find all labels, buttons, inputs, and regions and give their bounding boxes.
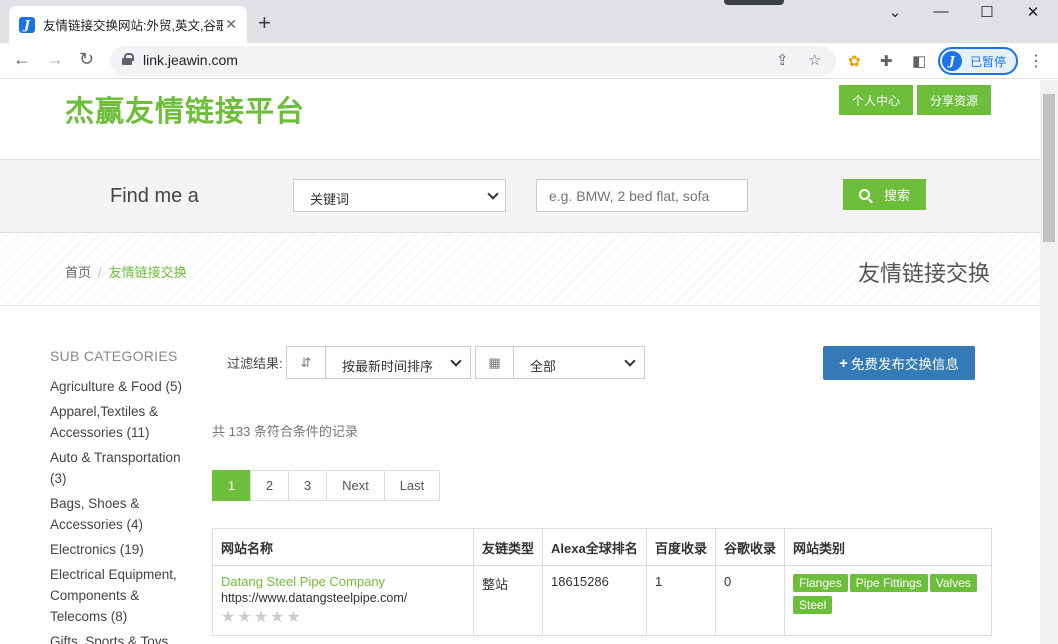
column-header: 网站类别 bbox=[784, 528, 992, 566]
category-tags-cell: Flanges Pipe Fittings Valves Steel bbox=[784, 565, 992, 636]
avatar: J bbox=[942, 51, 962, 71]
category-item[interactable]: Electronics (19) bbox=[50, 539, 190, 560]
site-name-cell: Datang Steel Pipe Company https://www.da… bbox=[212, 565, 474, 636]
sort-icon: ⇵ bbox=[286, 346, 326, 379]
new-tab-icon[interactable]: + bbox=[258, 10, 271, 36]
search-icon bbox=[858, 189, 870, 200]
category-item[interactable]: Gifts, Sports & Toys bbox=[50, 631, 190, 644]
page-title: 友情链接交换 bbox=[858, 261, 991, 286]
search-button[interactable]: 搜索 bbox=[843, 179, 926, 210]
chevron-down-icon bbox=[450, 355, 462, 367]
profile-label: 已暂停 bbox=[970, 54, 1007, 69]
scrollbar-thumb[interactable] bbox=[1043, 94, 1055, 242]
calendar-icon: ▦ bbox=[475, 346, 514, 379]
chevron-down-icon bbox=[624, 355, 636, 367]
filter-label: 过滤结果: bbox=[227, 356, 283, 371]
window-notch bbox=[724, 0, 784, 5]
extension-icon[interactable]: ✿ bbox=[848, 52, 861, 70]
breadcrumb-separator: / bbox=[98, 265, 102, 280]
column-header: Alexa全球排名 bbox=[542, 528, 647, 566]
rating-stars: ★★★★★ bbox=[221, 609, 303, 626]
category-tag[interactable]: Pipe Fittings bbox=[849, 574, 928, 592]
column-header: 百度收录 bbox=[646, 528, 716, 566]
category-tag[interactable]: Valves bbox=[929, 574, 977, 592]
url-text[interactable]: link.jeawin.com bbox=[143, 52, 238, 68]
search-band: Find me a 关键词 搜索 bbox=[0, 159, 1040, 233]
publish-exchange-button[interactable]: + 免费发布交换信息 bbox=[823, 346, 975, 380]
bookmark-star-icon[interactable]: ☆ bbox=[808, 51, 821, 69]
category-item[interactable]: Bags, Shoes & Accessories (4) bbox=[50, 493, 190, 535]
puzzle-icon[interactable]: ✚ bbox=[880, 52, 893, 70]
breadcrumb-current: 友情链接交换 bbox=[108, 265, 187, 280]
google-index-cell: 0 bbox=[715, 565, 785, 636]
table-row: Datang Steel Pipe Company https://www.da… bbox=[212, 565, 992, 636]
profile-button[interactable]: J 已暂停 bbox=[938, 47, 1018, 75]
category-item[interactable]: Auto & Transportation (3) bbox=[50, 447, 190, 489]
column-header: 谷歌收录 bbox=[715, 528, 785, 566]
result-count: 共 133 条符合条件的记录 bbox=[212, 424, 358, 439]
page-1-button[interactable]: 1 bbox=[212, 470, 251, 501]
category-list: Agriculture & Food (5) Apparel,Textiles … bbox=[50, 376, 190, 644]
scope-select[interactable]: 全部 bbox=[513, 346, 645, 379]
browser-tab[interactable]: J 友情链接交换网站:外贸,英文,谷歌 ✕ bbox=[9, 6, 247, 43]
menu-icon[interactable]: ⋮ bbox=[1028, 51, 1044, 71]
tab-title: 友情链接交换网站:外贸,英文,谷歌 bbox=[43, 19, 223, 33]
baidu-index-cell: 1 bbox=[646, 565, 716, 636]
category-tag[interactable]: Steel bbox=[793, 596, 833, 614]
category-item[interactable]: Electrical Equipment, Components & Telec… bbox=[50, 564, 190, 627]
keyword-select[interactable]: 关键词 bbox=[293, 179, 506, 212]
table-header-row: 网站名称 友链类型 Alexa全球排名 百度收录 谷歌收录 网站类别 bbox=[212, 528, 992, 566]
search-button-label: 搜索 bbox=[883, 188, 910, 203]
address-bar[interactable]: link.jeawin.com ⇪ ☆ bbox=[110, 46, 836, 76]
site-favicon-icon: J bbox=[19, 16, 35, 33]
breadcrumb: 首页 / 友情链接交换 bbox=[65, 262, 187, 281]
chevron-down-icon bbox=[487, 188, 499, 200]
column-header: 友链类型 bbox=[473, 528, 543, 566]
lock-icon[interactable] bbox=[122, 53, 134, 65]
sort-select-value: 按最新时间排序 bbox=[342, 359, 434, 374]
reload-icon[interactable]: ↻ bbox=[79, 49, 94, 70]
sort-select[interactable]: 按最新时间排序 bbox=[325, 346, 471, 379]
next-page-button[interactable]: Next bbox=[326, 470, 385, 501]
forward-icon[interactable]: → bbox=[46, 49, 64, 70]
user-center-button[interactable]: 个人中心 bbox=[839, 85, 913, 115]
share-resources-button[interactable]: 分享资源 bbox=[917, 85, 991, 115]
page-viewport: 杰赢友情链接平台 个人中心 分享资源 Find me a 关键词 搜索 首页 / 友… bbox=[0, 80, 1040, 644]
sidebar-icon[interactable]: ◧ bbox=[912, 52, 926, 70]
browser-toolbar: ← → ↻ link.jeawin.com ⇪ ☆ ✿ ✚ ◧ J 已暂停 ⋮ bbox=[0, 43, 1058, 79]
browser-tab-bar: J 友情链接交换网站:外贸,英文,谷歌 ✕ + ⌄ — ☐ ✕ bbox=[0, 0, 1058, 43]
links-table: 网站名称 友链类型 Alexa全球排名 百度收录 谷歌收录 网站类别 Datan… bbox=[212, 528, 992, 636]
scope-select-value: 全部 bbox=[530, 359, 557, 374]
tab-search-icon[interactable]: ⌄ bbox=[872, 3, 918, 21]
back-icon[interactable]: ← bbox=[13, 49, 31, 70]
page-2-button[interactable]: 2 bbox=[250, 470, 289, 501]
minimize-icon[interactable]: — bbox=[918, 3, 964, 20]
breadcrumb-home[interactable]: 首页 bbox=[65, 265, 91, 280]
maximize-icon[interactable]: ☐ bbox=[964, 3, 1010, 21]
link-type-cell: 整站 bbox=[473, 565, 543, 636]
alexa-rank-cell: 18615286 bbox=[542, 565, 647, 636]
last-page-button[interactable]: Last bbox=[384, 470, 440, 501]
site-url: https://www.datangsteelpipe.com/ bbox=[221, 591, 408, 605]
page-scrollbar[interactable] bbox=[1040, 80, 1058, 644]
tab-close-icon[interactable]: ✕ bbox=[225, 16, 237, 33]
category-item[interactable]: Apparel,Textiles & Accessories (11) bbox=[50, 401, 190, 443]
breadcrumb-band: 首页 / 友情链接交换 友情链接交换 bbox=[0, 233, 1040, 306]
plus-icon: + bbox=[839, 354, 848, 372]
page-3-button[interactable]: 3 bbox=[288, 470, 327, 501]
site-name-link[interactable]: Datang Steel Pipe Company bbox=[221, 574, 465, 589]
find-me-label: Find me a bbox=[110, 185, 199, 207]
keyword-select-value: 关键词 bbox=[310, 192, 350, 207]
site-logo[interactable]: 杰赢友情链接平台 bbox=[65, 88, 305, 130]
share-icon[interactable]: ⇪ bbox=[776, 51, 789, 69]
category-item[interactable]: Agriculture & Food (5) bbox=[50, 376, 190, 397]
window-close-icon[interactable]: ✕ bbox=[1010, 3, 1056, 21]
publish-button-label: 免费发布交换信息 bbox=[850, 357, 959, 372]
search-input[interactable] bbox=[536, 179, 748, 212]
column-header: 网站名称 bbox=[212, 528, 474, 566]
sub-categories-title: SUB CATEGORIES bbox=[50, 348, 178, 364]
pagination: 1 2 3 Next Last bbox=[212, 470, 440, 501]
category-tag[interactable]: Flanges bbox=[793, 574, 848, 592]
